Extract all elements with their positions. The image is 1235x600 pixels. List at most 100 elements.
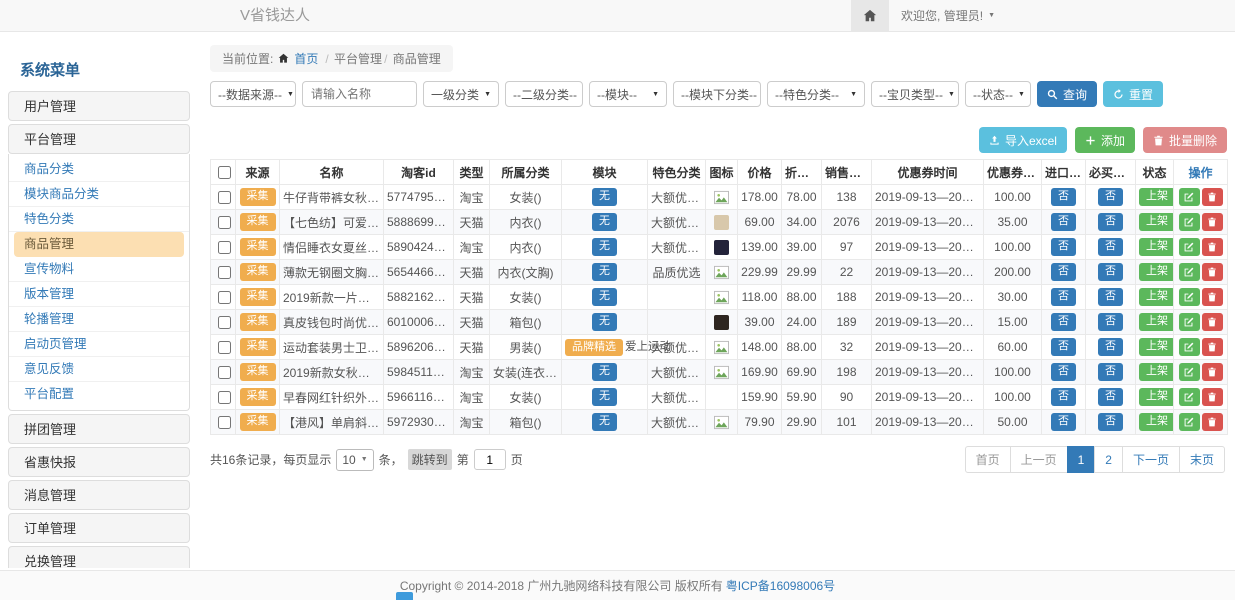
- import-select-badge[interactable]: 否: [1051, 363, 1076, 381]
- must-buy-badge[interactable]: 否: [1098, 263, 1123, 281]
- row-checkbox[interactable]: [218, 341, 231, 354]
- module-select[interactable]: --模块-- ▼: [589, 81, 667, 107]
- edit-button[interactable]: [1179, 288, 1200, 306]
- edit-button[interactable]: [1179, 388, 1200, 406]
- delete-button[interactable]: [1202, 288, 1223, 306]
- delete-button[interactable]: [1202, 213, 1223, 231]
- module-badge[interactable]: 无: [592, 288, 617, 306]
- pager-button[interactable]: 2: [1094, 446, 1123, 473]
- module-badge[interactable]: 无: [592, 388, 617, 406]
- row-checkbox[interactable]: [218, 391, 231, 404]
- sidebar-submenu-item[interactable]: 商品分类: [9, 157, 189, 182]
- icp-link[interactable]: 粤ICP备16098006号: [726, 577, 835, 594]
- pager-page-current[interactable]: 1: [1067, 446, 1096, 473]
- import-select-badge[interactable]: 否: [1051, 213, 1076, 231]
- pager-button[interactable]: 首页: [965, 446, 1011, 473]
- pager-button[interactable]: 末页: [1179, 446, 1225, 473]
- must-buy-badge[interactable]: 否: [1098, 388, 1123, 406]
- import-select-badge[interactable]: 否: [1051, 338, 1076, 356]
- status-badge[interactable]: 上架: [1139, 263, 1174, 281]
- status-select[interactable]: --状态-- ▼: [965, 81, 1031, 107]
- level1-category-select[interactable]: 一级分类 ▼: [423, 81, 499, 107]
- page-number-input[interactable]: [474, 449, 506, 470]
- reset-button[interactable]: 重置: [1103, 81, 1163, 107]
- sidebar-submenu-item[interactable]: 商品管理: [14, 232, 184, 257]
- status-badge[interactable]: 上架: [1139, 288, 1174, 306]
- row-checkbox[interactable]: [218, 266, 231, 279]
- level2-category-select[interactable]: --二级分类-- ▼: [505, 81, 583, 107]
- import-select-badge[interactable]: 否: [1051, 388, 1076, 406]
- import-select-badge[interactable]: 否: [1051, 263, 1076, 281]
- row-checkbox[interactable]: [218, 291, 231, 304]
- edit-button[interactable]: [1179, 213, 1200, 231]
- edit-button[interactable]: [1179, 363, 1200, 381]
- must-buy-badge[interactable]: 否: [1098, 213, 1123, 231]
- row-checkbox[interactable]: [218, 191, 231, 204]
- must-buy-badge[interactable]: 否: [1098, 288, 1123, 306]
- delete-button[interactable]: [1202, 263, 1223, 281]
- feature-category-select[interactable]: --特色分类-- ▼: [767, 81, 865, 107]
- status-badge[interactable]: 上架: [1139, 413, 1174, 431]
- sidebar-group-header[interactable]: 用户管理: [8, 91, 190, 121]
- delete-button[interactable]: [1202, 338, 1223, 356]
- row-checkbox[interactable]: [218, 241, 231, 254]
- edit-button[interactable]: [1179, 338, 1200, 356]
- item-type-select[interactable]: --宝贝类型-- ▼: [871, 81, 959, 107]
- module-sub-category-select[interactable]: --模块下分类-- ▼: [673, 81, 761, 107]
- edit-button[interactable]: [1179, 238, 1200, 256]
- module-badge[interactable]: 无: [592, 413, 617, 431]
- delete-button[interactable]: [1202, 238, 1223, 256]
- sidebar-submenu-item[interactable]: 模块商品分类: [9, 182, 189, 207]
- row-checkbox[interactable]: [218, 216, 231, 229]
- sidebar-submenu-item[interactable]: 意见反馈: [9, 357, 189, 382]
- data-source-select[interactable]: --数据来源-- ▼: [210, 81, 296, 107]
- sidebar-submenu-item[interactable]: 版本管理: [9, 282, 189, 307]
- breadcrumb-home-link[interactable]: 首页: [294, 50, 318, 67]
- status-badge[interactable]: 上架: [1139, 213, 1174, 231]
- row-checkbox[interactable]: [218, 316, 231, 329]
- sidebar-submenu-item[interactable]: 特色分类: [9, 207, 189, 232]
- import-excel-button[interactable]: 导入excel: [979, 127, 1067, 153]
- module-badge[interactable]: 无: [592, 188, 617, 206]
- select-all-checkbox[interactable]: [218, 166, 231, 179]
- user-menu[interactable]: 欢迎您, 管理员! ▼: [889, 0, 1007, 31]
- sidebar-group-header[interactable]: 兑换管理: [8, 546, 190, 568]
- status-badge[interactable]: 上架: [1139, 388, 1174, 406]
- sidebar-group-header[interactable]: 消息管理: [8, 480, 190, 510]
- home-button[interactable]: [851, 0, 889, 31]
- import-select-badge[interactable]: 否: [1051, 313, 1076, 331]
- status-badge[interactable]: 上架: [1139, 238, 1174, 256]
- edit-button[interactable]: [1179, 263, 1200, 281]
- import-select-badge[interactable]: 否: [1051, 413, 1076, 431]
- delete-button[interactable]: [1202, 413, 1223, 431]
- sidebar-submenu-item[interactable]: 宣传物料: [9, 257, 189, 282]
- delete-button[interactable]: [1202, 388, 1223, 406]
- must-buy-badge[interactable]: 否: [1098, 188, 1123, 206]
- module-badge[interactable]: 无: [592, 313, 617, 331]
- must-buy-badge[interactable]: 否: [1098, 413, 1123, 431]
- edit-button[interactable]: [1179, 188, 1200, 206]
- sidebar-group-header[interactable]: 订单管理: [8, 513, 190, 543]
- pager-button[interactable]: 下一页: [1122, 446, 1180, 473]
- sidebar-group-header[interactable]: 拼团管理: [8, 414, 190, 444]
- sidebar-group-header[interactable]: 省惠快报: [8, 447, 190, 477]
- bottom-blue-element[interactable]: [396, 592, 413, 600]
- import-select-badge[interactable]: 否: [1051, 188, 1076, 206]
- must-buy-badge[interactable]: 否: [1098, 238, 1123, 256]
- pager-button[interactable]: 上一页: [1010, 446, 1068, 473]
- name-input[interactable]: [302, 81, 417, 107]
- sidebar-submenu-item[interactable]: 轮播管理: [9, 307, 189, 332]
- module-badge[interactable]: 无: [592, 213, 617, 231]
- search-button[interactable]: 查询: [1037, 81, 1097, 107]
- module-badge[interactable]: 品牌精选: [565, 339, 623, 357]
- must-buy-badge[interactable]: 否: [1098, 363, 1123, 381]
- import-select-badge[interactable]: 否: [1051, 288, 1076, 306]
- row-checkbox[interactable]: [218, 416, 231, 429]
- module-badge[interactable]: 无: [592, 263, 617, 281]
- jump-to-button[interactable]: 跳转到: [408, 449, 452, 470]
- delete-button[interactable]: [1202, 313, 1223, 331]
- sidebar-submenu-item[interactable]: 启动页管理: [9, 332, 189, 357]
- sidebar-group-header[interactable]: 平台管理: [8, 124, 190, 154]
- edit-button[interactable]: [1179, 413, 1200, 431]
- delete-button[interactable]: [1202, 363, 1223, 381]
